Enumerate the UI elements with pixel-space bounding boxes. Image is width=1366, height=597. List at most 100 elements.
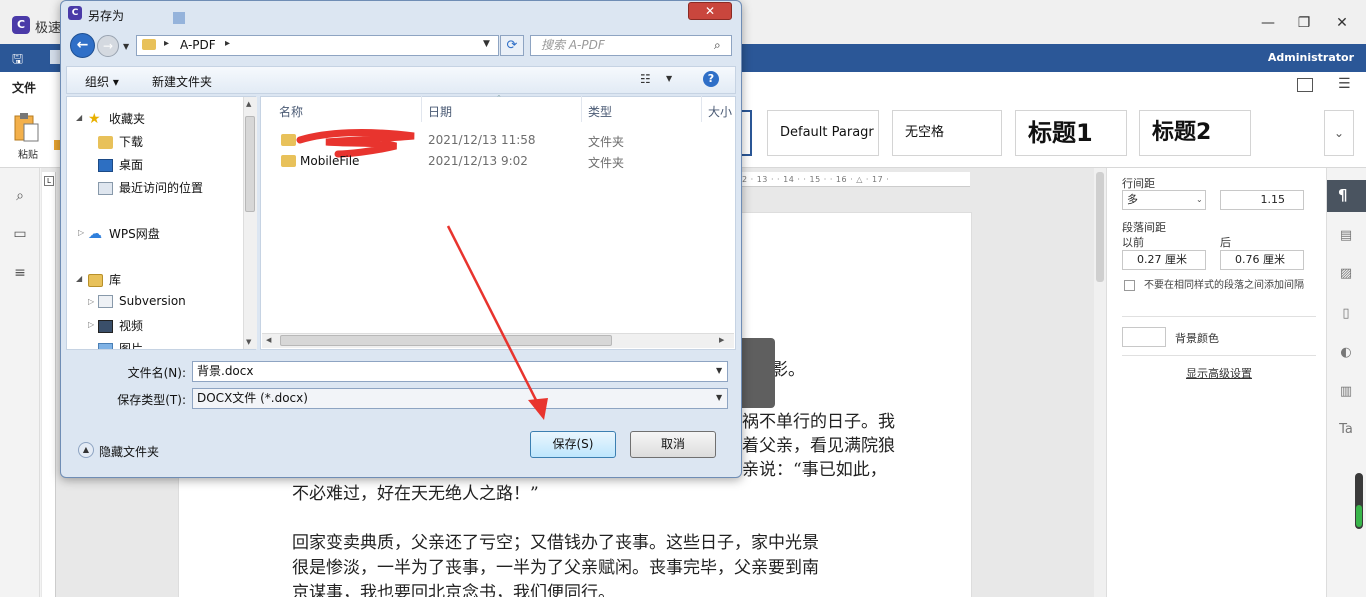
chevron-down-icon[interactable]: ▼ <box>716 393 722 402</box>
organize-button[interactable]: 组织 ▾ <box>85 73 119 90</box>
nav-downloads[interactable]: 下载 <box>98 133 143 150</box>
before-spacing-stepper[interactable]: 0.27 厘米 <box>1122 250 1206 270</box>
expand-icon[interactable]: ▷ <box>78 228 84 237</box>
address-dropdown-icon[interactable]: ▼ <box>483 39 490 49</box>
column-header-date[interactable]: 日期 <box>428 103 452 120</box>
page-icon[interactable]: ▯ <box>1334 302 1358 326</box>
expand-icon[interactable]: ▷ <box>88 297 94 306</box>
collapse-icon[interactable]: ▲ <box>78 442 94 458</box>
forward-arrow-icon[interactable]: → <box>97 35 119 57</box>
background-tab-icon <box>173 12 185 24</box>
chevron-down-icon[interactable]: ⌄ <box>1196 195 1203 204</box>
scroll-left-icon[interactable]: ◀ <box>266 336 271 344</box>
nav-scroll-thumb[interactable] <box>245 116 255 212</box>
nav-videos[interactable]: 视频 <box>98 317 143 334</box>
menu-icon[interactable]: ☰ <box>1338 76 1351 92</box>
doc-text-line[interactable]: 祸不单行的日子。我 <box>742 407 895 432</box>
style-heading1[interactable]: 标题1 <box>1015 110 1127 156</box>
view-icon[interactable]: ☷ <box>640 72 651 86</box>
history-dropdown-icon[interactable]: ▼ <box>123 42 129 51</box>
sort-arrow-icon: ⌃ <box>496 94 502 102</box>
paste-icon[interactable] <box>14 112 40 142</box>
image-icon[interactable]: ▨ <box>1334 262 1358 286</box>
scroll-right-icon[interactable]: ▶ <box>719 336 724 344</box>
style-icon[interactable]: ▤ <box>1334 224 1358 248</box>
maximize-icon[interactable]: ❐ <box>1292 12 1316 34</box>
line-spacing-label: 行间距 <box>1122 177 1155 190</box>
user-name[interactable]: Administrator <box>1268 51 1354 64</box>
background-color-picker[interactable] <box>1122 327 1166 347</box>
scroll-up-icon[interactable]: ▲ <box>246 100 251 108</box>
search-icon[interactable]: ⌕ <box>10 188 30 208</box>
refresh-icon[interactable]: ⟳ <box>500 35 524 56</box>
save-button[interactable]: 保存(S) <box>530 431 616 458</box>
style-heading2[interactable]: 标题2 <box>1139 110 1251 156</box>
text-effect-icon[interactable]: Ta <box>1334 418 1358 442</box>
document-scroll-thumb[interactable] <box>1096 172 1104 282</box>
style-no-spacing[interactable]: 无空格 <box>892 110 1002 156</box>
hide-folders-button[interactable]: 隐藏文件夹 <box>99 443 159 460</box>
expand-icon[interactable]: ▷ <box>88 320 94 329</box>
chevron-down-icon[interactable]: ⌄ <box>1324 110 1354 156</box>
close-window-icon[interactable]: ✕ <box>1330 12 1354 34</box>
column-separator <box>581 96 582 122</box>
doc-text-line[interactable]: 回家变卖典质，父亲还了亏空；又借钱办了丧事。这些日子，家中光景 <box>292 528 819 553</box>
doc-text-line[interactable]: 很是惨淡，一半为了丧事，一半为了父亲赋闲。丧事完毕，父亲要到南 <box>292 553 819 578</box>
breadcrumb-arrow-icon[interactable]: ▸ <box>225 38 230 49</box>
doc-text-line[interactable]: 亲说：“事已如此， <box>742 455 887 480</box>
doc-text-line[interactable]: 不必难过，好在天无绝人之路！” <box>292 479 539 504</box>
shape-icon[interactable]: ◐ <box>1334 341 1358 365</box>
column-header-size[interactable]: 大小 <box>708 103 732 120</box>
breadcrumb-a-pdf[interactable]: A-PDF <box>180 38 216 52</box>
nav-subversion-label: Subversion <box>119 294 186 308</box>
save-icon[interactable]: 🖫 <box>12 50 23 72</box>
no-space-checkbox-label[interactable]: 不要在相同样式的段落之间添加间隔 <box>1144 279 1314 293</box>
line-spacing-mode-select[interactable]: 多 <box>1122 190 1206 210</box>
paragraph-icon[interactable]: ¶ <box>1338 186 1348 204</box>
chevron-down-icon[interactable]: ▼ <box>716 366 722 375</box>
export-icon[interactable] <box>1297 78 1313 92</box>
nav-libraries[interactable]: 库 <box>88 271 121 288</box>
nav-recent[interactable]: 最近访问的位置 <box>98 179 203 196</box>
nav-wps-cloud[interactable]: ☁ WPS网盘 <box>88 225 160 242</box>
expand-icon[interactable]: ◢ <box>76 274 82 283</box>
view-dropdown-icon[interactable]: ▼ <box>666 74 672 83</box>
column-header-type[interactable]: 类型 <box>588 103 612 120</box>
app-logo-icon: C <box>12 16 30 34</box>
close-icon[interactable]: ✕ <box>688 2 732 20</box>
comment-icon[interactable]: ▭ <box>10 226 30 246</box>
breadcrumb-arrow-icon[interactable]: ▸ <box>164 38 169 49</box>
back-arrow-icon[interactable]: ← <box>70 33 95 58</box>
tab-stop-icon[interactable]: L <box>44 176 54 186</box>
nav-subversion[interactable]: Subversion <box>98 294 186 308</box>
advanced-settings-link[interactable]: 显示高级设置 <box>1186 365 1252 381</box>
search-input[interactable]: 搜索 A-PDF <box>530 35 732 56</box>
file-name[interactable]: MobileFile <box>300 154 359 168</box>
doc-text-line[interactable]: 京谋事，我也要回北京念书，我们便同行。 <box>292 578 615 597</box>
nav-downloads-label: 下载 <box>119 135 144 149</box>
nav-desktop[interactable]: 桌面 <box>98 156 143 173</box>
help-icon[interactable]: ? <box>703 71 719 87</box>
no-space-checkbox[interactable] <box>1124 280 1135 291</box>
nav-pictures[interactable]: 图片 <box>98 340 143 349</box>
new-folder-button[interactable]: 新建文件夹 <box>152 73 212 90</box>
minimize-icon[interactable]: — <box>1256 12 1280 34</box>
search-icon[interactable]: ⌕ <box>714 38 721 53</box>
dialog-title: 另存为 <box>88 9 125 23</box>
navigation-pane <box>66 96 256 350</box>
expand-icon[interactable]: ◢ <box>76 113 82 122</box>
paste-label[interactable]: 粘贴 <box>18 146 38 161</box>
chart-icon[interactable]: ▥ <box>1334 380 1358 404</box>
cancel-button[interactable]: 取消 <box>630 431 716 458</box>
nav-favorites[interactable]: ★ 收藏夹 <box>88 110 145 127</box>
style-default-paragraph[interactable]: Default Paragr <box>767 110 879 156</box>
outline-icon[interactable]: ≡ <box>10 265 30 285</box>
doc-text-line[interactable]: 着父亲，看见满院狼 <box>742 431 895 456</box>
line-spacing-value-stepper[interactable]: 1.15 <box>1220 190 1304 210</box>
tab-file[interactable]: 文件 <box>12 79 36 96</box>
column-header-name[interactable]: 名称 <box>279 103 303 120</box>
quick-access-icon[interactable] <box>50 50 60 64</box>
after-spacing-stepper[interactable]: 0.76 厘米 <box>1220 250 1304 270</box>
folder-icon <box>281 134 296 146</box>
scroll-down-icon[interactable]: ▼ <box>246 338 251 346</box>
